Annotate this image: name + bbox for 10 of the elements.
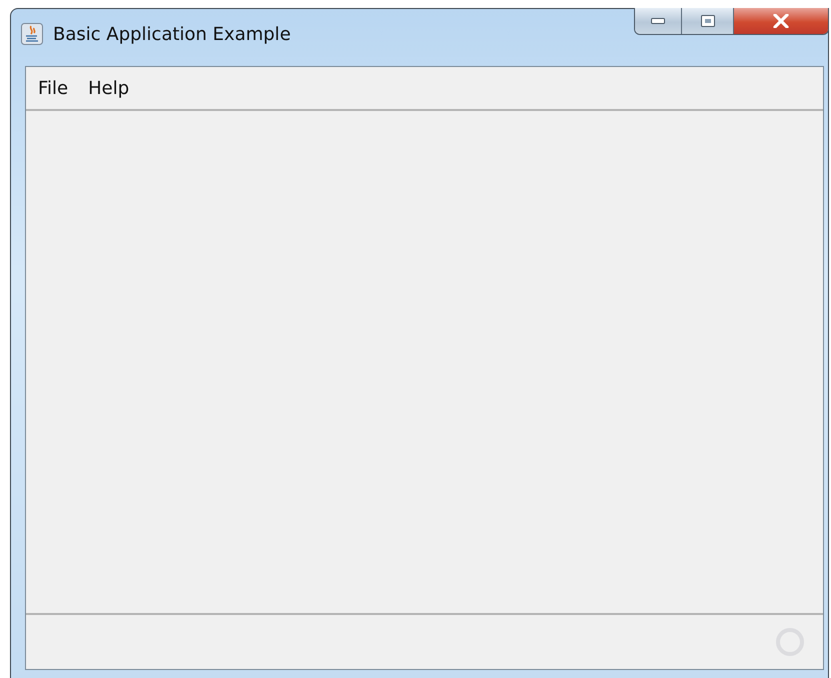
minimize-icon xyxy=(651,18,665,24)
close-button[interactable] xyxy=(733,8,828,34)
minimize-button[interactable] xyxy=(635,8,681,34)
cup-icon xyxy=(21,23,43,45)
maximize-icon xyxy=(700,15,714,27)
menu-item[interactable]: Help xyxy=(82,76,136,100)
menu-item[interactable]: File xyxy=(32,76,74,100)
maximize-button[interactable] xyxy=(681,8,733,34)
window-title: Basic Application Example xyxy=(53,24,291,44)
close-icon xyxy=(773,14,789,28)
